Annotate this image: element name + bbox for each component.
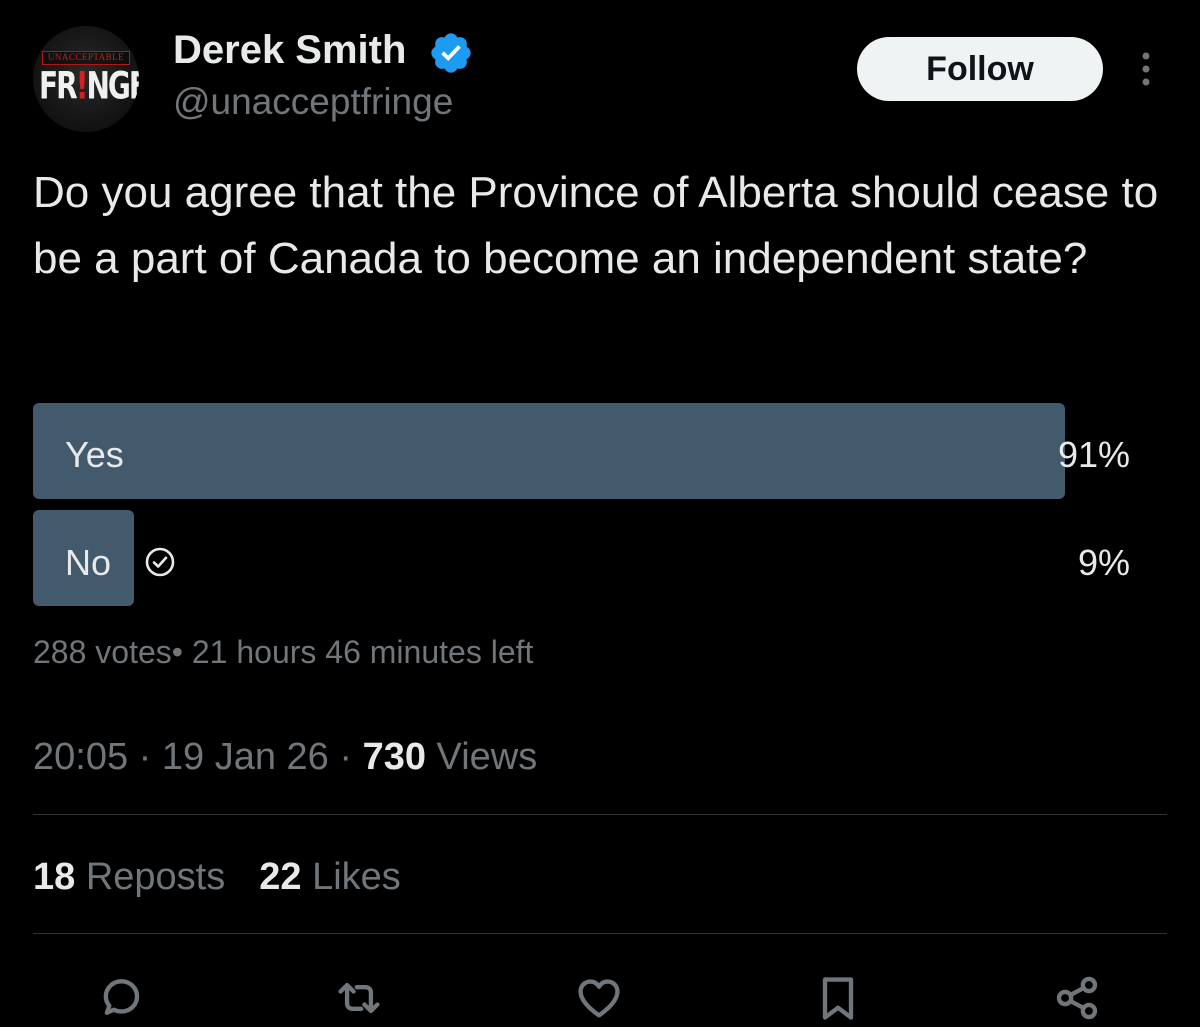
- reposts-count: 18: [33, 856, 76, 898]
- check-circle-icon: [145, 547, 175, 577]
- divider: [33, 814, 1167, 815]
- share-icon[interactable]: [1051, 972, 1103, 1024]
- poll-separator: •: [171, 634, 183, 670]
- likes-label: Likes: [301, 856, 401, 898]
- engagement-stats: 18 Reposts 22 Likes: [33, 853, 401, 901]
- tweet-timestamp[interactable]: 20:05 · 19 Jan 26 · 730 Views: [33, 733, 537, 781]
- reposts-label: Reposts: [75, 856, 226, 898]
- author-display-name[interactable]: Derek Smith: [173, 26, 406, 74]
- poll-option-label-yes: Yes: [65, 434, 124, 475]
- divider: [33, 933, 1167, 934]
- poll-percent-no: 9%: [1077, 542, 1130, 583]
- views-label: Views: [425, 736, 538, 778]
- poll-meta: 288 votes• 21 hours 46 minutes left: [33, 631, 533, 673]
- views-count: 730: [362, 736, 426, 778]
- poll-option-label-no: No: [65, 542, 112, 583]
- likes-link[interactable]: 22 Likes: [259, 856, 401, 898]
- poll-time-left: 21 hours 46 minutes left: [182, 634, 534, 670]
- poll-bar-yes: [33, 403, 1065, 499]
- follow-button[interactable]: Follow: [857, 37, 1103, 101]
- more-vertical-icon[interactable]: [1133, 48, 1159, 90]
- reposts-link[interactable]: 18 Reposts: [33, 856, 225, 898]
- tweet-time: 20:05: [33, 736, 129, 778]
- repost-icon[interactable]: [333, 972, 385, 1024]
- heart-icon[interactable]: [573, 972, 625, 1024]
- tweet-date: 19 Jan 26: [161, 736, 329, 778]
- avatar[interactable]: UNACCEPTABLE FR!NGE: [33, 26, 139, 132]
- tweet-text: Do you agree that the Province of Albert…: [33, 168, 1159, 283]
- bookmark-icon[interactable]: [812, 972, 864, 1024]
- author-handle[interactable]: @unacceptfringe: [173, 80, 453, 124]
- likes-count: 22: [259, 856, 302, 898]
- verified-badge-icon[interactable]: [428, 30, 474, 76]
- poll-votes: 288 votes: [33, 634, 172, 670]
- poll-percent-yes: 91%: [1057, 434, 1130, 475]
- avatar-logo-text: FR!NGE: [39, 63, 139, 108]
- reply-icon[interactable]: [95, 972, 147, 1024]
